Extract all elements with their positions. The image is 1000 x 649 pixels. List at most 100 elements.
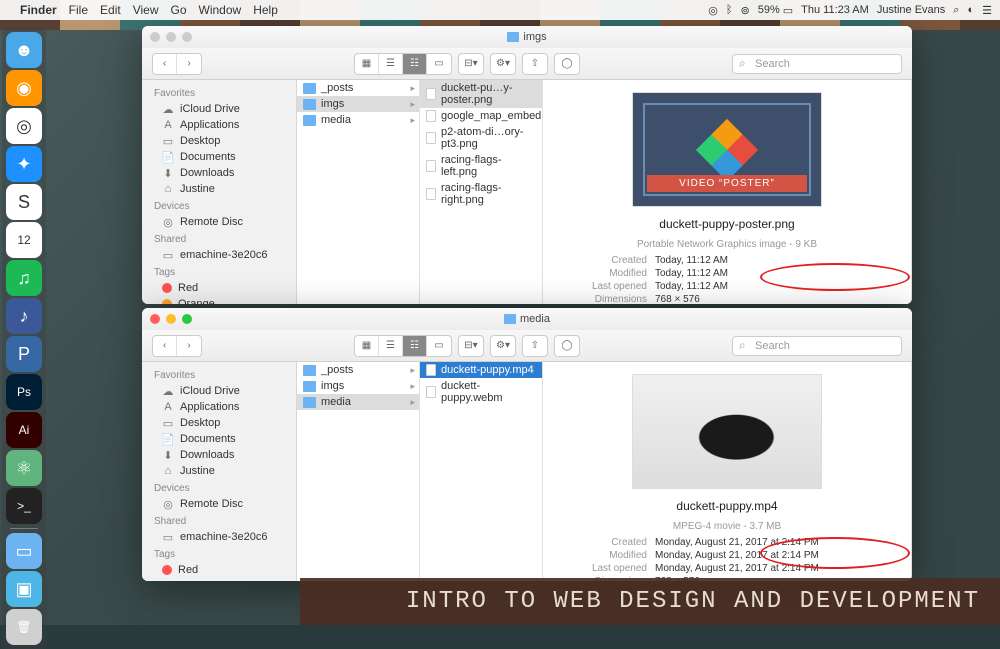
dock-pandora[interactable]: P <box>6 336 42 372</box>
eye-icon[interactable]: ◎ <box>708 4 718 17</box>
menu-view[interactable]: View <box>133 3 159 17</box>
minimize-button[interactable] <box>166 314 176 324</box>
menu-edit[interactable]: Edit <box>100 3 121 17</box>
col-item[interactable]: imgs▸ <box>297 378 419 394</box>
share-button[interactable]: ⇧ <box>523 54 547 74</box>
minimize-button[interactable] <box>166 32 176 42</box>
dock-trash[interactable]: 🗑 <box>6 609 42 645</box>
preview-kind: MPEG-4 movie - 3.7 MB <box>559 521 895 532</box>
col-item[interactable]: media▸ <box>297 394 419 410</box>
dock-terminal[interactable]: >_ <box>6 488 42 524</box>
dock-app[interactable]: ▣ <box>6 571 42 607</box>
col-item[interactable]: media▸ <box>297 112 419 128</box>
arrange-button[interactable]: ⊟▾ <box>459 336 483 356</box>
titlebar[interactable]: media <box>142 308 912 330</box>
col-item[interactable]: google_map_embed.png <box>420 108 542 124</box>
zoom-button[interactable] <box>182 32 192 42</box>
menu-file[interactable]: File <box>69 3 88 17</box>
sidebar-icloud-drive[interactable]: ☁iCloud Drive <box>142 101 296 117</box>
col-item[interactable]: racing-flags-left.png <box>420 152 542 180</box>
dock-illustrator[interactable]: Ai <box>6 412 42 448</box>
clock[interactable]: Thu 11:23 AM <box>801 4 869 16</box>
forward-button[interactable]: › <box>177 336 201 356</box>
tag-red[interactable]: Red <box>142 280 296 296</box>
col-item[interactable]: imgs▸ <box>297 96 419 112</box>
sidebar-justine[interactable]: ⌂Justine <box>142 181 296 197</box>
search-input[interactable]: Search <box>732 54 902 74</box>
tag-red[interactable]: Red <box>142 562 296 578</box>
sidebar-applications[interactable]: AApplications <box>142 399 296 415</box>
tag-orange[interactable]: Orange <box>142 578 296 581</box>
battery-status[interactable]: 59% ▭ <box>758 4 793 17</box>
menu-go[interactable]: Go <box>171 3 187 17</box>
back-button[interactable]: ‹ <box>153 336 177 356</box>
close-button[interactable] <box>150 314 160 324</box>
wifi-icon[interactable]: ⊚ <box>740 4 749 17</box>
view-list-button[interactable]: ☰ <box>379 54 403 74</box>
preview-filename: duckett-puppy.mp4 <box>676 499 777 513</box>
action-button[interactable]: ⚙▾ <box>491 54 515 74</box>
col-item[interactable]: racing-flags-right.png <box>420 180 542 208</box>
menu-window[interactable]: Window <box>199 3 242 17</box>
sidebar-justine[interactable]: ⌂Justine <box>142 463 296 479</box>
meta-row: CreatedToday, 11:12 AM <box>559 254 895 267</box>
dock-chrome[interactable]: ◎ <box>6 108 42 144</box>
dock-spotify[interactable]: ♫ <box>6 260 42 296</box>
tag-orange[interactable]: Orange <box>142 296 296 304</box>
view-list-button[interactable]: ☰ <box>379 336 403 356</box>
tags-button[interactable]: ◯ <box>555 336 579 356</box>
view-icon-button[interactable]: ▦ <box>355 54 379 74</box>
forward-button[interactable]: › <box>177 54 201 74</box>
dock-music[interactable]: ♪ <box>6 298 42 334</box>
menu-help[interactable]: Help <box>253 3 278 17</box>
siri-icon[interactable]: ◐ <box>967 4 974 16</box>
arrange-button[interactable]: ⊟▾ <box>459 54 483 74</box>
action-button[interactable]: ⚙▾ <box>491 336 515 356</box>
zoom-button[interactable] <box>182 314 192 324</box>
view-gallery-button[interactable]: ▭ <box>427 336 451 356</box>
sidebar-downloads[interactable]: ⬇Downloads <box>142 165 296 181</box>
col-item[interactable]: duckett-puppy.webm <box>420 378 542 406</box>
dock-photoshop[interactable]: Ps <box>6 374 42 410</box>
view-gallery-button[interactable]: ▭ <box>427 54 451 74</box>
col-item[interactable]: p2-atom-di…ory-pt3.png <box>420 124 542 152</box>
col-item[interactable]: duckett-pu…y-poster.png <box>420 80 542 108</box>
dock-firefox[interactable]: ◉ <box>6 70 42 106</box>
sidebar-documents[interactable]: 📄Documents <box>142 431 296 447</box>
sidebar-desktop[interactable]: ▭Desktop <box>142 133 296 149</box>
view-column-button[interactable]: ☷ <box>403 336 427 356</box>
share-button[interactable]: ⇧ <box>523 336 547 356</box>
sidebar-desktop[interactable]: ▭Desktop <box>142 415 296 431</box>
user-name[interactable]: Justine Evans <box>877 4 945 16</box>
dock-safari[interactable]: ✦ <box>6 146 42 182</box>
menubar-app-name[interactable]: Finder <box>20 3 57 17</box>
notifications-icon[interactable]: ☰ <box>982 4 992 17</box>
dock-slack[interactable]: S <box>6 184 42 220</box>
titlebar[interactable]: imgs <box>142 26 912 48</box>
dock-folder[interactable]: ▭ <box>6 533 42 569</box>
sidebar-icloud-drive[interactable]: ☁iCloud Drive <box>142 383 296 399</box>
dock-atom[interactable]: ⚛ <box>6 450 42 486</box>
sidebar-remote-disc[interactable]: ◎Remote Disc <box>142 214 296 230</box>
col-item[interactable]: duckett-puppy.mp4 <box>420 362 542 378</box>
col-item[interactable]: _posts▸ <box>297 80 419 96</box>
dock-finder[interactable]: ☻ <box>6 32 42 68</box>
sidebar-downloads[interactable]: ⬇Downloads <box>142 447 296 463</box>
preview-thumbnail: VIDEO “POSTER” <box>632 92 822 207</box>
sidebar-remote-disc[interactable]: ◎Remote Disc <box>142 496 296 512</box>
back-button[interactable]: ‹ <box>153 54 177 74</box>
search-icon[interactable]: ⌕ <box>953 4 959 17</box>
bluetooth-icon[interactable]: ᛒ <box>726 4 733 16</box>
sidebar-emachine-3e20c6[interactable]: ▭emachine-3e20c6 <box>142 529 296 545</box>
view-icon-button[interactable]: ▦ <box>355 336 379 356</box>
view-column-button[interactable]: ☷ <box>403 54 427 74</box>
sidebar-emachine-3e20c6[interactable]: ▭emachine-3e20c6 <box>142 247 296 263</box>
dock-calendar[interactable]: 12 <box>6 222 42 258</box>
search-input[interactable]: Search <box>732 336 902 356</box>
sidebar-documents[interactable]: 📄Documents <box>142 149 296 165</box>
col-item[interactable]: _posts▸ <box>297 362 419 378</box>
sidebar-applications[interactable]: AApplications <box>142 117 296 133</box>
toolbar: ‹ › ▦ ☰ ☷ ▭ ⊟▾ ⚙▾ ⇧ ◯ Search <box>142 330 912 362</box>
tags-button[interactable]: ◯ <box>555 54 579 74</box>
close-button[interactable] <box>150 32 160 42</box>
